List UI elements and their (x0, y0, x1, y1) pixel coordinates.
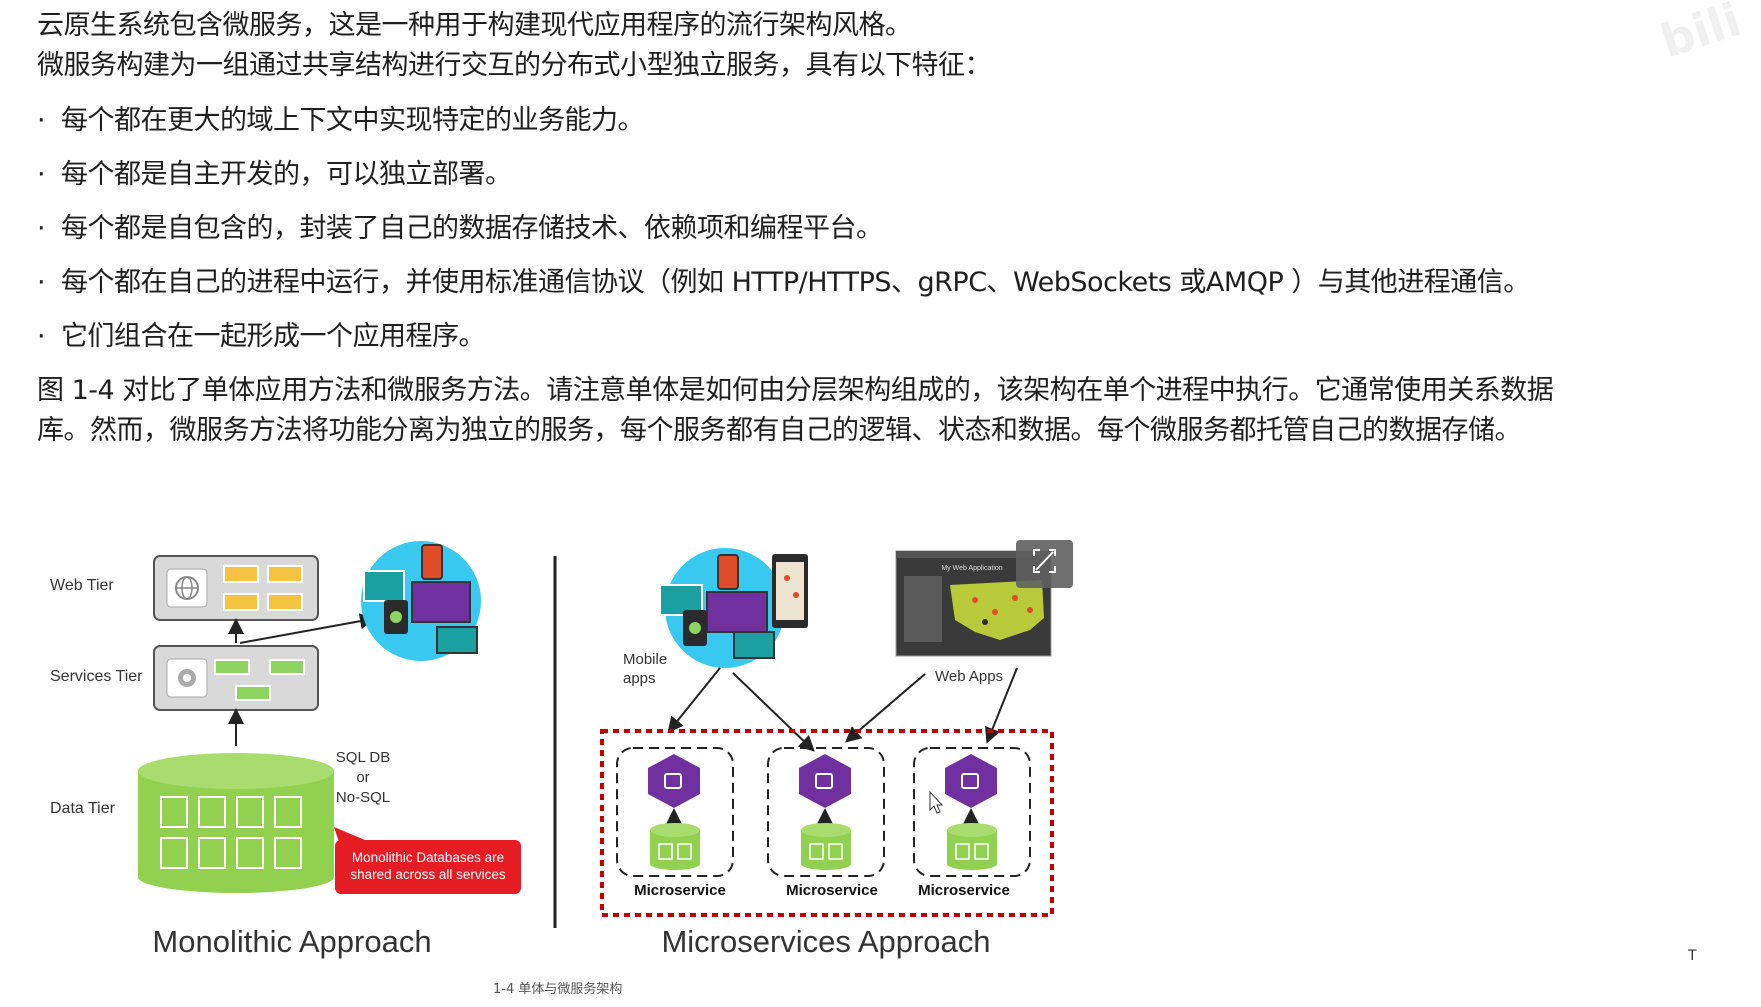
shared-database-callout: Monolithic Databases are shared across a… (334, 827, 521, 894)
mouse-cursor-icon (929, 790, 944, 814)
microservice-3: Microservice (913, 747, 1031, 899)
devices-cluster-icon (361, 541, 481, 661)
microservices-approach-title: Microservices Approach (661, 924, 990, 959)
web-tier-label: Web Tier (50, 577, 114, 594)
sql-or-label: or (356, 769, 369, 786)
mobile-apps-cluster-icon (659, 548, 808, 668)
web-tier-box (153, 555, 319, 621)
services-tier-label: Services Tier (50, 668, 143, 685)
service-hexagon-icon (648, 754, 700, 808)
service-hexagon-icon (945, 754, 997, 808)
architecture-figure: Web Tier Services Tier Data Tier SQL DB … (50, 540, 1073, 959)
sql-db-label: SQL DB (336, 749, 390, 766)
svg-text:shared across all services: shared across all services (350, 867, 506, 882)
expand-image-button[interactable] (1016, 540, 1073, 588)
data-tier-label: Data Tier (50, 800, 116, 817)
mobile-apps-label-2: apps (623, 670, 656, 687)
svg-text:Monolithic Databases are: Monolithic Databases are (352, 850, 504, 865)
mobile-apps-label-1: Mobile (623, 651, 667, 668)
svg-text:Microservice: Microservice (786, 882, 878, 899)
nosql-label: No-SQL (336, 789, 390, 806)
services-tier-box (153, 645, 319, 711)
text-cursor-icon: T (1688, 948, 1697, 964)
web-apps-label: Web Apps (935, 668, 1003, 685)
service-hexagon-icon (799, 754, 851, 808)
svg-text:Microservice: Microservice (918, 882, 1010, 899)
microservice-2: Microservice (767, 747, 885, 899)
figure-caption: 1-4 单体与微服务架构 (493, 982, 623, 997)
microservice-1: Microservice (616, 747, 734, 899)
svg-text:My Web Application: My Web Application (941, 565, 1002, 572)
svg-text:Microservice: Microservice (634, 882, 726, 899)
monolithic-database-icon (138, 753, 334, 893)
monolithic-approach-title: Monolithic Approach (152, 924, 431, 959)
